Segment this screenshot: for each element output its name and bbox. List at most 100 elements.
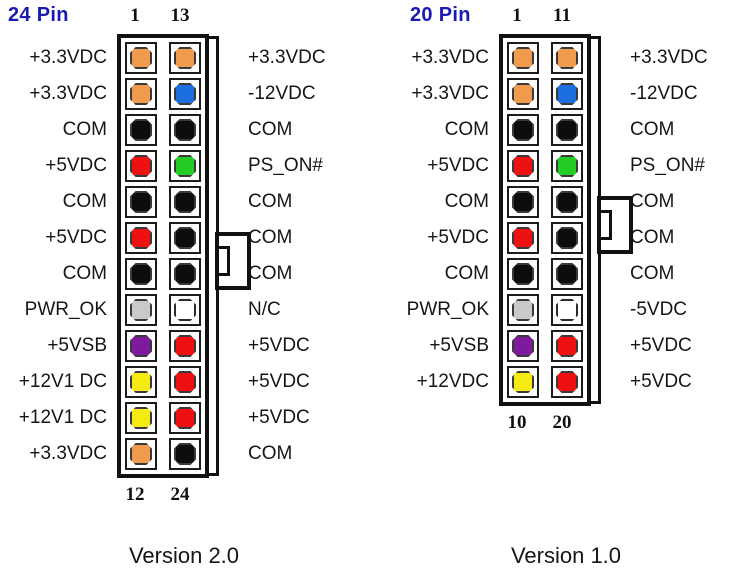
version-caption-atx-20-pin: Version 1.0 xyxy=(510,543,622,568)
connector-20-pin: 20 Pin 1 11 +3.3VDC +3.3VDC +3.3VDC -12VDC COM C… xyxy=(368,0,736,582)
pin-socket-atx-24-pin-left-7[interactable] xyxy=(125,258,157,290)
pin-socket-atx-20-pin-right-1[interactable] xyxy=(551,42,583,74)
pin-row xyxy=(504,328,586,364)
wire-label-right-atx-24-pin-11: +5VDC xyxy=(248,407,310,428)
pin-row xyxy=(504,292,586,328)
bottom-pin-number-left-atx-20-pin: 10 xyxy=(507,412,527,433)
pin-socket-atx-20-pin-left-4[interactable] xyxy=(507,150,539,182)
pin-grid-atx-24-pin xyxy=(122,40,204,472)
pin-socket-atx-20-pin-right-7[interactable] xyxy=(551,258,583,290)
pin-socket-atx-24-pin-right-6[interactable] xyxy=(169,222,201,254)
pin-socket-atx-20-pin-left-2[interactable] xyxy=(507,78,539,110)
pin-socket-atx-24-pin-right-12[interactable] xyxy=(169,438,201,470)
wire-label-left-atx-20-pin-2: +3.3VDC xyxy=(411,83,489,104)
pin-socket-atx-24-pin-left-4[interactable] xyxy=(125,150,157,182)
pin-socket-atx-20-pin-right-9[interactable] xyxy=(551,330,583,362)
pin-socket-atx-24-pin-left-1[interactable] xyxy=(125,42,157,74)
wire-label-left-atx-20-pin-10: +12VDC xyxy=(416,371,489,392)
pin-socket-atx-24-pin-left-9[interactable] xyxy=(125,330,157,362)
pin-socket-atx-24-pin-left-11[interactable] xyxy=(125,402,157,434)
pin-socket-atx-24-pin-right-2[interactable] xyxy=(169,78,201,110)
wire-label-left-atx-24-pin-2: +3.3VDC xyxy=(29,83,107,104)
version-caption-atx-24-pin: Version 2.0 xyxy=(128,543,240,568)
retaining-clip-atx-24-pin xyxy=(215,232,251,290)
socket-fill-black xyxy=(512,191,534,213)
pin-row xyxy=(122,292,204,328)
retaining-clip-inner-atx-24-pin xyxy=(216,246,230,276)
wire-label-left-atx-20-pin-8: PWR_OK xyxy=(406,299,489,320)
wire-label-right-atx-24-pin-1: +3.3VDC xyxy=(248,47,326,68)
pin-socket-atx-24-pin-right-3[interactable] xyxy=(169,114,201,146)
pin-socket-atx-20-pin-left-7[interactable] xyxy=(507,258,539,290)
wire-label-left-atx-20-pin-9: +5VSB xyxy=(429,335,489,356)
socket-fill-black xyxy=(174,443,196,465)
pin-socket-atx-24-pin-right-7[interactable] xyxy=(169,258,201,290)
pin-socket-atx-20-pin-right-4[interactable] xyxy=(551,150,583,182)
pin-socket-atx-24-pin-right-11[interactable] xyxy=(169,402,201,434)
pin-socket-atx-24-pin-right-10[interactable] xyxy=(169,366,201,398)
pin-socket-atx-24-pin-left-8[interactable] xyxy=(125,294,157,326)
retaining-clip-atx-20-pin xyxy=(597,196,633,254)
socket-fill-red xyxy=(556,335,578,357)
top-pin-number-right-atx-24-pin: 13 xyxy=(170,5,190,26)
pin-socket-atx-20-pin-right-3[interactable] xyxy=(551,114,583,146)
wire-label-left-atx-20-pin-7: COM xyxy=(444,263,489,284)
socket-fill-green xyxy=(174,155,196,177)
pin-row xyxy=(122,76,204,112)
pin-socket-atx-20-pin-left-3[interactable] xyxy=(507,114,539,146)
top-pin-number-left-atx-24-pin: 1 xyxy=(130,5,140,26)
pin-socket-atx-24-pin-right-9[interactable] xyxy=(169,330,201,362)
pin-socket-atx-24-pin-left-3[interactable] xyxy=(125,114,157,146)
pin-row xyxy=(504,364,586,400)
wire-label-left-atx-24-pin-3: COM xyxy=(62,119,107,140)
wire-label-right-atx-20-pin-5: COM xyxy=(630,191,675,212)
pin-socket-atx-20-pin-right-5[interactable] xyxy=(551,186,583,218)
pin-socket-atx-20-pin-right-6[interactable] xyxy=(551,222,583,254)
pin-row xyxy=(504,256,586,292)
wire-label-right-atx-24-pin-8: N/C xyxy=(248,299,281,320)
pin-socket-atx-24-pin-right-4[interactable] xyxy=(169,150,201,182)
pin-socket-atx-24-pin-left-2[interactable] xyxy=(125,78,157,110)
wire-label-left-atx-24-pin-4: +5VDC xyxy=(45,155,107,176)
socket-fill-black xyxy=(130,191,152,213)
pin-row xyxy=(122,112,204,148)
pin-socket-atx-20-pin-left-6[interactable] xyxy=(507,222,539,254)
pin-socket-atx-24-pin-left-10[interactable] xyxy=(125,366,157,398)
pin-socket-atx-20-pin-left-1[interactable] xyxy=(507,42,539,74)
wire-label-right-atx-20-pin-4: PS_ON# xyxy=(630,155,705,176)
wire-label-left-atx-24-pin-5: COM xyxy=(62,191,107,212)
pin-socket-atx-24-pin-left-5[interactable] xyxy=(125,186,157,218)
top-pin-number-right-atx-20-pin: 11 xyxy=(553,5,571,26)
pin-socket-atx-20-pin-right-8[interactable] xyxy=(551,294,583,326)
socket-fill-black xyxy=(512,263,534,285)
top-pin-number-left-atx-20-pin: 1 xyxy=(512,5,522,26)
pin-socket-atx-24-pin-left-12[interactable] xyxy=(125,438,157,470)
pin-socket-atx-20-pin-left-8[interactable] xyxy=(507,294,539,326)
socket-fill-purple xyxy=(130,335,152,357)
pin-socket-atx-24-pin-left-6[interactable] xyxy=(125,222,157,254)
pin-socket-atx-24-pin-right-5[interactable] xyxy=(169,186,201,218)
pin-socket-atx-20-pin-left-10[interactable] xyxy=(507,366,539,398)
pin-count-title-atx-20-pin: 20 Pin xyxy=(410,4,471,26)
wire-label-left-atx-24-pin-8: PWR_OK xyxy=(24,299,107,320)
socket-fill-black xyxy=(512,119,534,141)
pin-row xyxy=(122,436,204,472)
pin-row xyxy=(504,148,586,184)
socket-fill-black xyxy=(130,263,152,285)
wire-label-left-atx-20-pin-6: +5VDC xyxy=(427,227,489,248)
socket-fill-black xyxy=(556,191,578,213)
pin-socket-atx-20-pin-right-2[interactable] xyxy=(551,78,583,110)
pin-socket-atx-24-pin-right-8[interactable] xyxy=(169,294,201,326)
pin-row xyxy=(122,364,204,400)
wire-label-right-atx-24-pin-9: +5VDC xyxy=(248,335,310,356)
pin-socket-atx-20-pin-left-9[interactable] xyxy=(507,330,539,362)
pin-socket-atx-20-pin-right-10[interactable] xyxy=(551,366,583,398)
wire-label-right-atx-20-pin-2: -12VDC xyxy=(630,83,698,104)
socket-fill-orange xyxy=(130,83,152,105)
pin-socket-atx-24-pin-right-1[interactable] xyxy=(169,42,201,74)
socket-fill-white xyxy=(174,299,196,321)
pin-socket-atx-20-pin-left-5[interactable] xyxy=(507,186,539,218)
socket-fill-red xyxy=(174,371,196,393)
socket-fill-black xyxy=(130,119,152,141)
bottom-pin-number-right-atx-24-pin: 24 xyxy=(170,484,190,505)
